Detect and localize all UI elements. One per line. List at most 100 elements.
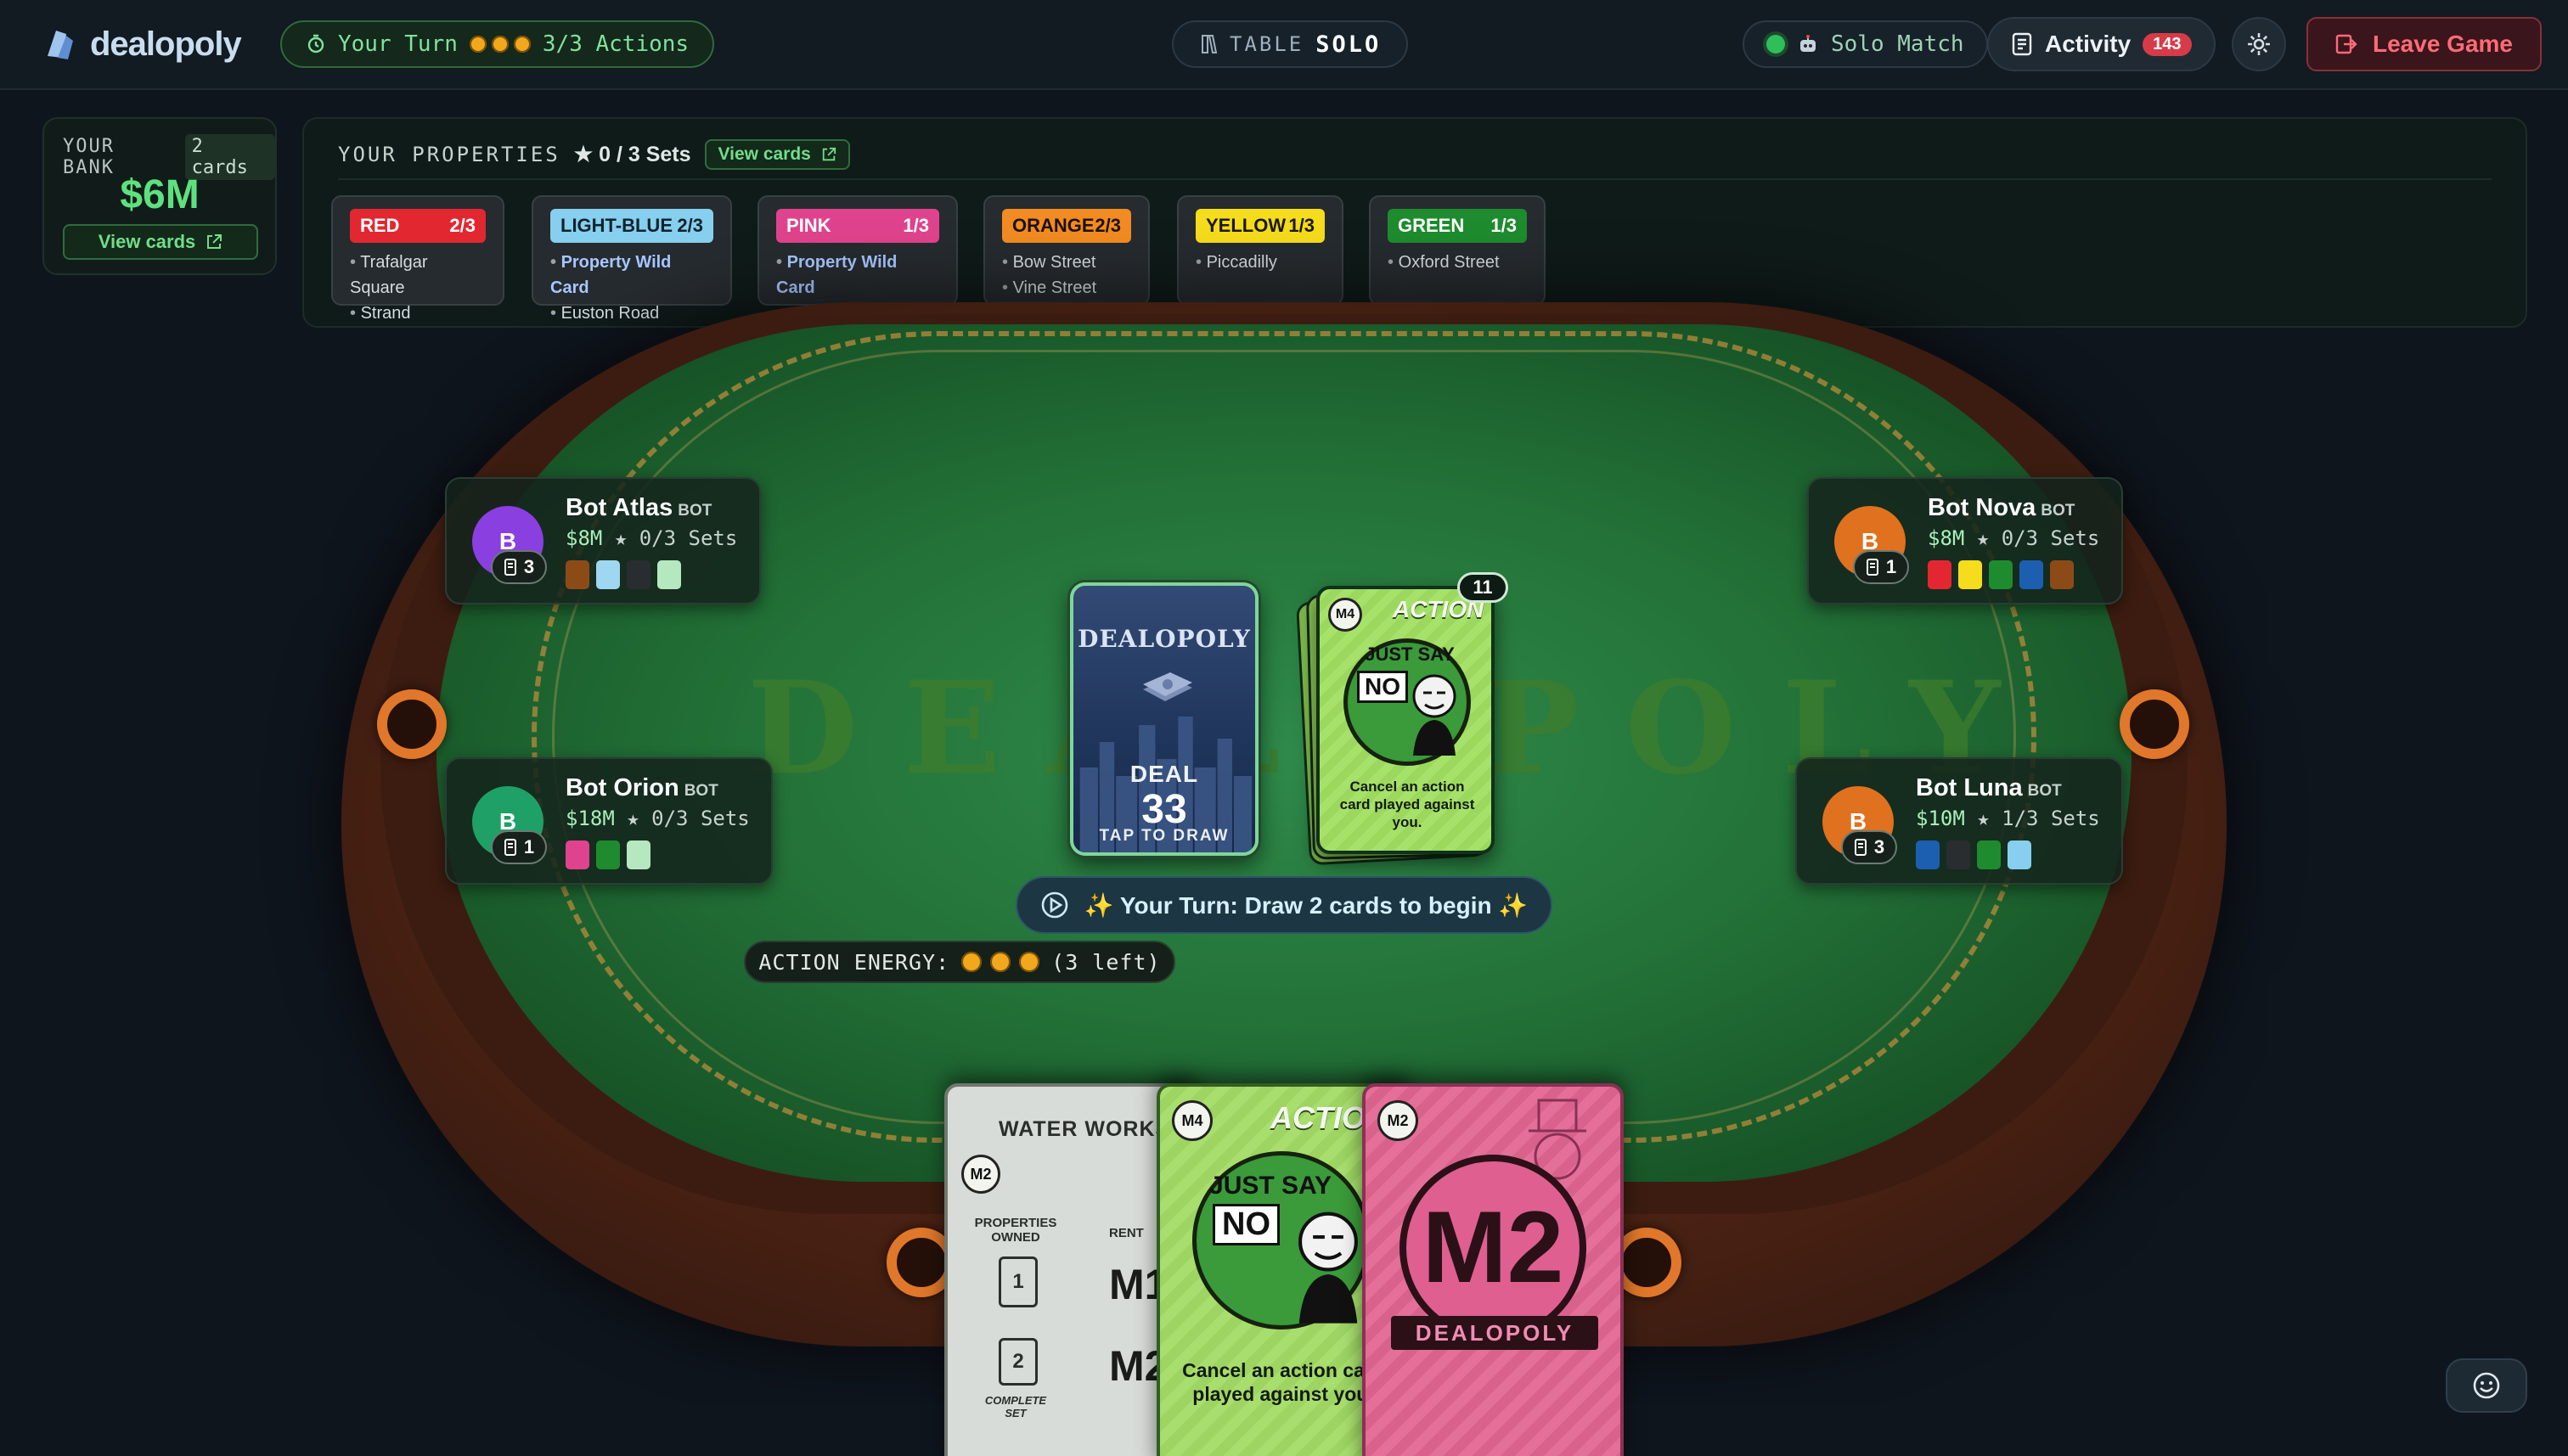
- player-money: $18M: [566, 807, 615, 830]
- property-group-orange[interactable]: ORANGE2/3 Bow StreetVine Street: [983, 195, 1150, 306]
- cup-holder-right: [2120, 689, 2189, 759]
- property-list: Bow StreetVine Street: [1002, 250, 1131, 301]
- cards-icon: [504, 839, 516, 856]
- leave-game-button[interactable]: Leave Game: [2306, 17, 2542, 71]
- robot-icon: [1800, 35, 1816, 52]
- logo-text: dealopoly: [90, 25, 242, 63]
- player-seat-bot-atlas[interactable]: B 3 Bot Atlas BOT $8M ★ 0/3 Sets: [445, 477, 761, 604]
- action-energy-bar: ACTION ENERGY: (3 left): [744, 941, 1175, 983]
- player-property-swatches: [566, 840, 650, 869]
- player-seat-bot-luna[interactable]: B 3 Bot Luna BOT $10M ★ 1/3 Sets: [1795, 757, 2123, 885]
- card-title-no: NO: [1213, 1204, 1280, 1245]
- property-item: Vine Street: [1002, 275, 1131, 301]
- player-money: $8M: [1928, 526, 1965, 550]
- money-brand-banner: DEALOPOLY: [1391, 1316, 1598, 1350]
- player-name: Bot Orion: [566, 774, 679, 801]
- emoji-reaction-button[interactable]: [2446, 1358, 2527, 1413]
- tap-to-draw-label: TAP TO DRAW: [1099, 827, 1230, 845]
- external-link-icon: [822, 147, 836, 161]
- settings-button[interactable]: [2232, 17, 2286, 71]
- property-color-tag: ORANGE 2/3: [1002, 209, 1131, 243]
- property-swatch: [627, 560, 650, 589]
- discard-pile-top-card[interactable]: M4 ACTION JUST SAY NO Cancel an action c…: [1316, 586, 1495, 854]
- hand-count: 1: [523, 836, 535, 857]
- energy-label: ACTION ENERGY:: [758, 949, 950, 975]
- table-mode-pill: TABLE SOLO: [1172, 20, 1409, 68]
- match-pill: Solo Match: [1743, 20, 1988, 68]
- logo[interactable]: dealopoly: [41, 20, 242, 68]
- player-seat-bot-orion[interactable]: B 1 Bot Orion BOT $18M ★ 0/3 Sets: [445, 757, 773, 885]
- player-property-swatches: [1916, 840, 2031, 869]
- energy-dot: [961, 952, 983, 972]
- property-group-red[interactable]: RED 2/3 Trafalgar SquareStrand: [331, 195, 504, 323]
- property-color-name: RED: [360, 215, 400, 236]
- action-dot: [513, 36, 531, 53]
- card-title-top: JUST SAY: [1365, 644, 1455, 665]
- player-sets: ★ 0/3 Sets: [614, 526, 738, 550]
- property-color-name: YELLOW: [1206, 215, 1287, 236]
- table-icon: [1202, 35, 1218, 53]
- player-stats: $8M ★ 0/3 Sets: [566, 526, 737, 550]
- property-swatch: [596, 560, 620, 589]
- properties-title: YOUR PROPERTIES: [338, 143, 560, 166]
- property-swatch: [1989, 560, 2013, 589]
- property-list: Property Wild CardEuston Road: [550, 250, 713, 326]
- owned-count-1: 1: [999, 1256, 1038, 1307]
- property-set-progress: 2/3: [1095, 215, 1121, 236]
- draw-deck[interactable]: DEALOPOLY DEAL 33 TAP TO DRAW: [1070, 582, 1259, 856]
- bank-amount: $6M: [120, 172, 200, 217]
- card-title: WATER WORKS: [999, 1117, 1171, 1141]
- card-title-top: JUST SAY: [1209, 1172, 1332, 1200]
- complete-set-label: COMPLETE SET: [984, 1394, 1047, 1419]
- property-item: Property Wild Card: [550, 250, 713, 301]
- player-name: Bot Nova: [1928, 494, 2036, 521]
- energy-left: (3 left): [1051, 949, 1161, 975]
- bank-view-cards-button[interactable]: View cards: [63, 224, 258, 260]
- property-item: Strand: [350, 301, 486, 326]
- bot-tag: BOT: [2041, 502, 2075, 520]
- property-group-green[interactable]: GREEN 1/3 Oxford Street: [1369, 195, 1546, 306]
- deck-label: DEAL: [1129, 761, 1199, 787]
- hand-count-badge: 1: [1853, 550, 1909, 584]
- property-group-pink[interactable]: PINK 1/3 Property Wild Card: [757, 195, 958, 306]
- turn-prompt-banner: ✨ Your Turn: Draw 2 cards to begin ✨: [1016, 876, 1552, 934]
- property-item: Euston Road: [550, 301, 713, 326]
- column-header-properties: PROPERTIES OWNED: [974, 1216, 1057, 1245]
- property-group-light-blue[interactable]: LIGHT-BLUE2/3 Property Wild CardEuston Ro…: [532, 195, 732, 323]
- player-name: Bot Luna: [1916, 774, 2023, 801]
- cards-icon: [1854, 839, 1867, 856]
- properties-view-cards-button[interactable]: View cards: [704, 139, 850, 170]
- player-sets: ★ 1/3 Sets: [1977, 807, 2100, 830]
- property-item: Property Wild Card: [776, 250, 939, 301]
- player-seat-bot-nova[interactable]: B 1 Bot Nova BOT $8M ★ 0/3 Sets: [1807, 477, 2123, 604]
- action-dot: [469, 36, 487, 53]
- player-money: $8M: [566, 526, 603, 550]
- activity-button[interactable]: Activity 143: [1987, 17, 2216, 71]
- online-status-icon: [1766, 35, 1785, 53]
- table-label: TABLE: [1230, 32, 1304, 56]
- property-item: Trafalgar Square: [350, 250, 486, 301]
- property-color-tag: PINK 1/3: [776, 209, 939, 243]
- turn-prompt-text: ✨ Your Turn: Draw 2 cards to begin ✨: [1084, 891, 1529, 919]
- match-label: Solo Match: [1831, 31, 1964, 57]
- property-list: Trafalgar SquareStrand: [350, 250, 486, 326]
- property-swatch: [566, 560, 589, 589]
- player-name: Bot Atlas: [566, 494, 673, 521]
- property-swatch: [1916, 840, 1940, 869]
- businessman-face-icon: [1298, 1211, 1358, 1324]
- property-swatch: [1958, 560, 1982, 589]
- player-property-swatches: [1928, 560, 2074, 589]
- player-name-row: Bot Atlas BOT: [566, 494, 712, 522]
- property-swatch: [627, 840, 650, 869]
- activity-count-badge: 143: [2143, 32, 2192, 56]
- card-value-badge: M2: [961, 1155, 1000, 1194]
- property-group-yellow[interactable]: YELLOW1/3 Piccadilly: [1177, 195, 1343, 306]
- bot-tag: BOT: [684, 782, 718, 800]
- player-stats: $10M ★ 1/3 Sets: [1916, 807, 2100, 830]
- cards-icon: [504, 559, 516, 576]
- gear-icon: [2248, 33, 2270, 55]
- hand-card-money[interactable]: M2 M2 DEALOPOLY: [1362, 1083, 1624, 1456]
- energy-dot: [990, 952, 1011, 972]
- bank-panel: YOUR BANK 2 cards $6M View cards: [42, 117, 277, 275]
- property-swatch: [1977, 840, 2001, 869]
